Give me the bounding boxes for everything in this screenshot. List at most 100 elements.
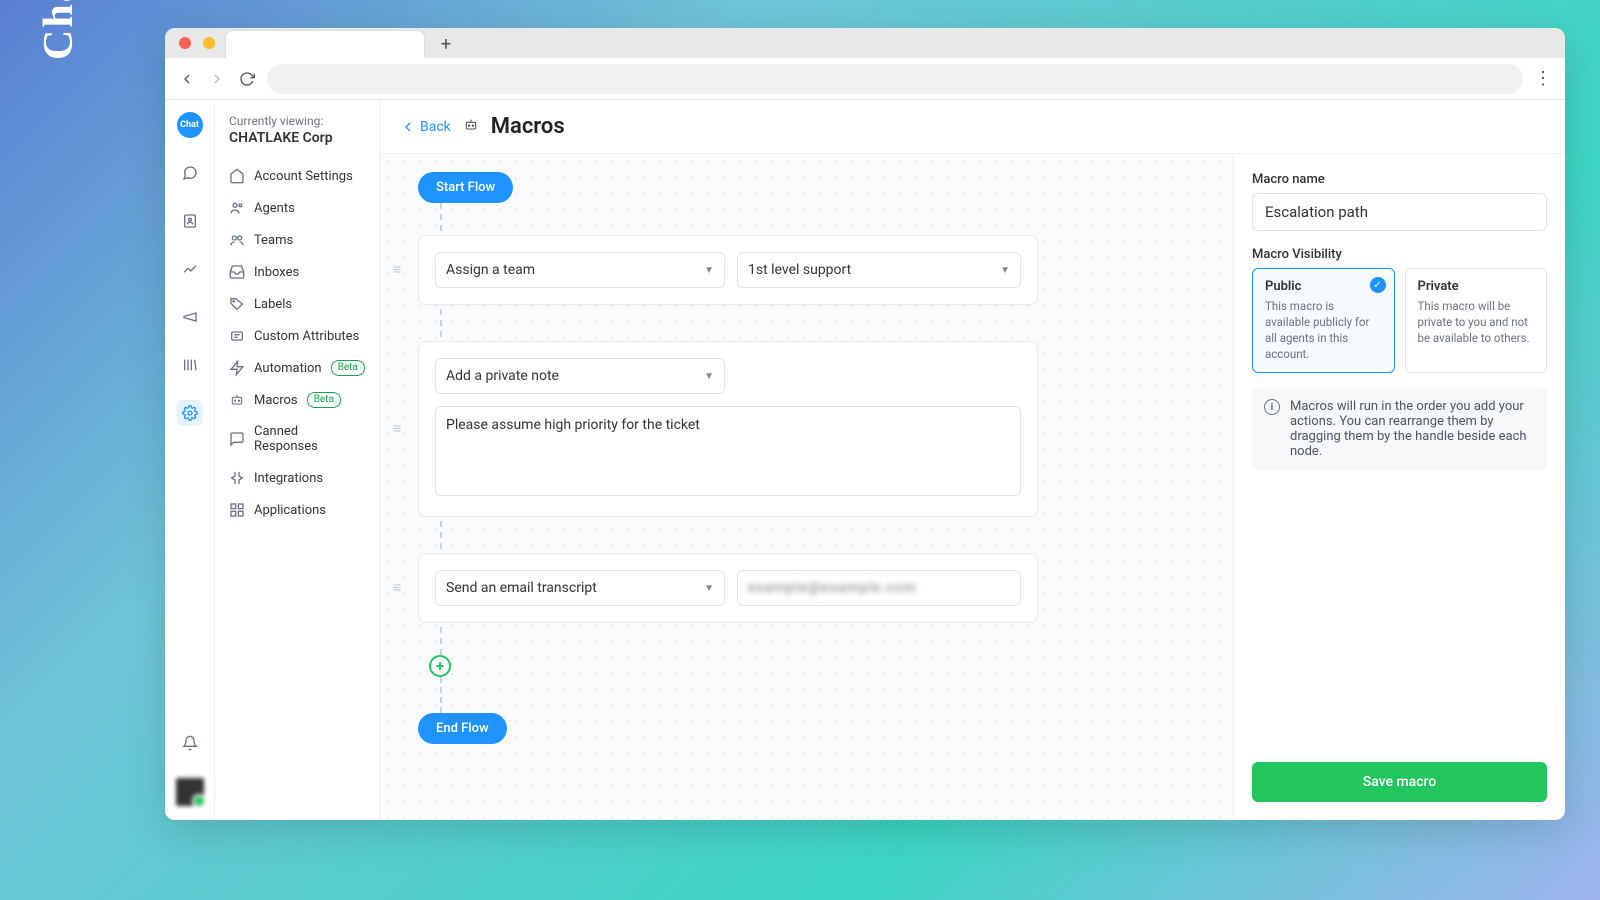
save-macro-button[interactable]: Save macro xyxy=(1252,762,1547,802)
window-titlebar: + xyxy=(165,28,1565,58)
tag-icon xyxy=(229,296,245,312)
brand-wordmark: Chatlake xyxy=(35,0,83,60)
home-icon xyxy=(229,168,245,184)
macro-name-label: Macro name xyxy=(1252,172,1547,187)
sidebar-item-teams[interactable]: Teams xyxy=(215,224,379,256)
sidebar-item-label: Labels xyxy=(254,297,292,312)
flow-node: ≡ Add a private note ▼ xyxy=(418,341,1038,517)
browser-menu-icon[interactable]: ⋮ xyxy=(1533,68,1553,89)
visibility-label: Macro Visibility xyxy=(1252,247,1547,262)
email-input-value: example@example.com xyxy=(748,580,917,596)
sidebar-item-label: Integrations xyxy=(254,471,323,486)
sidebar-item-label: Custom Attributes xyxy=(254,329,359,344)
sidebar-item-label: Agents xyxy=(254,201,295,216)
rail-reports-icon[interactable] xyxy=(177,256,203,282)
canned-icon xyxy=(229,431,245,447)
email-input[interactable]: example@example.com xyxy=(737,570,1021,606)
back-link[interactable]: Back xyxy=(400,119,451,135)
sidebar-item-applications[interactable]: Applications xyxy=(215,494,379,526)
flow-canvas: Start Flow ≡ Assign a team ▼ xyxy=(380,154,1233,820)
drag-handle-icon[interactable]: ≡ xyxy=(393,426,401,432)
browser-tab[interactable] xyxy=(225,30,425,58)
sidebar-item-custom-attributes[interactable]: Custom Attributes xyxy=(215,320,379,352)
private-note-textarea[interactable] xyxy=(435,406,1021,496)
start-flow-pill: Start Flow xyxy=(418,172,513,203)
rail-settings-icon[interactable] xyxy=(177,400,203,426)
rail-library-icon[interactable] xyxy=(177,352,203,378)
chevron-down-icon: ▼ xyxy=(704,371,714,382)
action-select-value: Send an email transcript xyxy=(446,580,597,596)
address-bar[interactable] xyxy=(267,64,1523,94)
macro-name-input[interactable] xyxy=(1252,193,1547,231)
page-title: Macros xyxy=(491,114,565,139)
main-content: Back Macros Start Flow ≡ xyxy=(380,100,1565,820)
nav-reload-icon[interactable] xyxy=(237,69,257,89)
macro-icon xyxy=(229,392,245,408)
sidebar-item-label: Inboxes xyxy=(254,265,299,280)
rail-campaigns-icon[interactable] xyxy=(177,304,203,330)
attr-icon xyxy=(229,328,245,344)
org-name: CHATLAKE Corp xyxy=(229,130,365,146)
chevron-down-icon: ▼ xyxy=(704,583,714,594)
action-select[interactable]: Add a private note ▼ xyxy=(435,358,725,394)
beta-badge: Beta xyxy=(307,392,341,408)
rail-contacts-icon[interactable] xyxy=(177,208,203,234)
sidebar-item-label: Macros xyxy=(254,393,298,408)
macro-icon xyxy=(463,117,479,137)
action-select-value: Assign a team xyxy=(446,262,535,278)
action-select-value: Add a private note xyxy=(446,368,559,384)
sidebar-item-agents[interactable]: Agents xyxy=(215,192,379,224)
info-callout: i Macros will run in the order you add y… xyxy=(1252,387,1547,471)
nav-back-icon[interactable] xyxy=(177,69,197,89)
bolt-icon xyxy=(229,360,245,376)
visibility-private-title: Private xyxy=(1418,279,1535,294)
action-select[interactable]: Send an email transcript ▼ xyxy=(435,570,725,606)
sidebar-item-labels[interactable]: Labels xyxy=(215,288,379,320)
sidebar-item-automation[interactable]: AutomationBeta xyxy=(215,352,379,384)
info-text: Macros will run in the order you add you… xyxy=(1290,399,1535,459)
viewing-label: Currently viewing: xyxy=(229,114,365,128)
nav-rail: Chat xyxy=(165,100,215,820)
sidebar-item-macros[interactable]: Macros Beta xyxy=(215,384,379,416)
info-icon: i xyxy=(1264,399,1280,415)
user-avatar[interactable] xyxy=(176,778,204,806)
rail-notifications-icon[interactable] xyxy=(177,730,203,756)
window-close-icon[interactable] xyxy=(179,37,191,49)
sidebar-item-integrations[interactable]: Integrations xyxy=(215,462,379,494)
drag-handle-icon[interactable]: ≡ xyxy=(393,585,401,591)
nav-forward-icon[interactable] xyxy=(207,69,227,89)
flow-node: ≡ Send an email transcript ▼ example@exa… xyxy=(418,553,1038,623)
visibility-private-option[interactable]: Private This macro will be private to yo… xyxy=(1405,268,1548,373)
beta-badge: Beta xyxy=(331,360,365,376)
sidebar-item-canned-responses[interactable]: Canned Responses xyxy=(215,416,379,462)
inbox-icon xyxy=(229,264,245,280)
sidebar-item-label: Canned Responses xyxy=(254,424,365,454)
check-icon: ✓ xyxy=(1370,277,1386,293)
sidebar-item-label: Teams xyxy=(254,233,293,248)
action-select[interactable]: Assign a team ▼ xyxy=(435,252,725,288)
app-logo[interactable]: Chat xyxy=(177,112,203,138)
rail-chat-icon[interactable] xyxy=(177,160,203,186)
page-header: Back Macros xyxy=(380,100,1565,154)
visibility-public-title: Public xyxy=(1265,279,1382,294)
chevron-down-icon: ▼ xyxy=(704,265,714,276)
visibility-public-desc: This macro is available publicly for all… xyxy=(1265,298,1382,362)
users-icon xyxy=(229,200,245,216)
sidebar-item-inboxes[interactable]: Inboxes xyxy=(215,256,379,288)
window-minimize-icon[interactable] xyxy=(203,37,215,49)
sidebar-item-label: Account Settings xyxy=(254,169,353,184)
visibility-public-option[interactable]: ✓ Public This macro is available publicl… xyxy=(1252,268,1395,373)
visibility-private-desc: This macro will be private to you and no… xyxy=(1418,298,1535,346)
team-icon xyxy=(229,232,245,248)
add-node-button[interactable]: + xyxy=(429,655,451,677)
macro-properties-panel: Macro name Macro Visibility ✓ Public Thi… xyxy=(1233,154,1565,820)
drag-handle-icon[interactable]: ≡ xyxy=(393,267,401,273)
end-flow-pill: End Flow xyxy=(418,713,507,744)
sidebar-item-account-settings[interactable]: Account Settings xyxy=(215,160,379,192)
integ-icon xyxy=(229,470,245,486)
team-select[interactable]: 1st level support ▼ xyxy=(737,252,1021,288)
browser-window: + ⋮ Chat xyxy=(165,28,1565,820)
new-tab-button[interactable]: + xyxy=(433,31,459,57)
back-label: Back xyxy=(420,119,451,135)
settings-sidebar: Currently viewing: CHATLAKE Corp Account… xyxy=(215,100,380,820)
